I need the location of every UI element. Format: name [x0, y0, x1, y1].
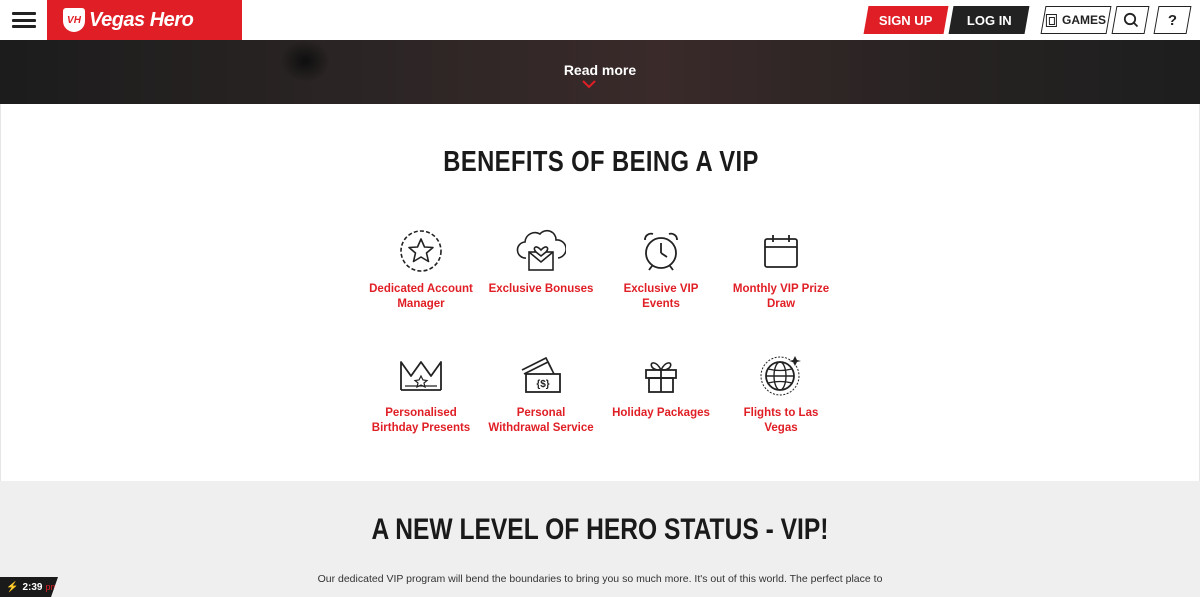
vip-status-section: A NEW LEVEL OF HERO STATUS - VIP! Our de… [0, 481, 1200, 597]
benefit-personal-withdrawal-service: {$} Personal Withdrawal Service [486, 352, 596, 436]
clock-time: 2:39 [22, 581, 43, 593]
benefit-holiday-packages: Holiday Packages [606, 352, 716, 421]
games-button[interactable]: GAMES [1040, 6, 1112, 34]
benefit-label: Personalised Birthday Presents [371, 407, 471, 434]
menu-icon[interactable] [12, 12, 36, 28]
clock-badge: ⚡ 2:39 pm [0, 577, 58, 597]
lightning-icon: ⚡ [6, 581, 19, 593]
logo-shield-icon: VH [63, 8, 85, 32]
read-more-link[interactable]: Read more [540, 62, 660, 78]
star-badge-icon [400, 230, 442, 272]
vip-description: Our dedicated VIP program will bend the … [317, 573, 883, 585]
benefit-label: Exclusive Bonuses [488, 283, 594, 295]
vip-title: A NEW LEVEL OF HERO STATUS - VIP! [371, 513, 829, 546]
globe-plane-icon [760, 356, 801, 396]
benefits-section: BENEFITS OF BEING A VIP Dedicated Accoun… [0, 104, 1200, 481]
benefit-label: Monthly VIP Prize Draw [732, 283, 830, 310]
benefit-label: Exclusive VIP Events [623, 283, 699, 310]
benefit-label: Holiday Packages [612, 407, 710, 419]
cards-icon [1045, 13, 1057, 27]
login-button[interactable]: LOG IN [948, 6, 1030, 34]
gift-icon [645, 362, 677, 393]
search-icon [1123, 12, 1138, 28]
search-button[interactable] [1111, 6, 1150, 34]
site-logo[interactable]: VH Vegas Hero [47, 0, 242, 40]
crown-icon [400, 361, 442, 391]
benefit-personalised-birthday-presents: Personalised Birthday Presents [366, 352, 476, 436]
games-label: GAMES [1061, 13, 1106, 27]
help-button[interactable]: ? [1153, 6, 1192, 34]
benefit-label: Personal Withdrawal Service [488, 407, 594, 434]
benefit-dedicated-account-manager: Dedicated Account Manager [366, 228, 476, 312]
site-header: VH Vegas Hero SIGN UP LOG IN GAMES ? [0, 0, 1200, 40]
benefit-label: Flights to Las Vegas [743, 407, 819, 434]
benefit-label: Dedicated Account Manager [369, 283, 473, 310]
benefit-exclusive-vip-events: Exclusive VIP Events [606, 228, 716, 312]
signup-button[interactable]: SIGN UP [863, 6, 949, 34]
benefit-exclusive-bonuses: Exclusive Bonuses [486, 228, 596, 297]
chevron-down-icon[interactable] [581, 79, 597, 89]
benefits-title: BENEFITS OF BEING A VIP [443, 146, 759, 178]
heart-envelope-icon [516, 229, 566, 271]
cash-icon: {$} [521, 356, 561, 393]
hero-banner: Read more [0, 40, 1200, 104]
hero-image-detail [280, 40, 330, 82]
benefit-flights-to-las-vegas: Flights to Las Vegas [726, 352, 836, 436]
alarm-clock-icon [644, 232, 678, 271]
benefit-monthly-vip-prize-draw: Monthly VIP Prize Draw [726, 228, 836, 312]
calendar-icon [764, 235, 798, 268]
logo-text: Vegas Hero [89, 8, 194, 31]
svg-text:{$}: {$} [536, 379, 549, 390]
